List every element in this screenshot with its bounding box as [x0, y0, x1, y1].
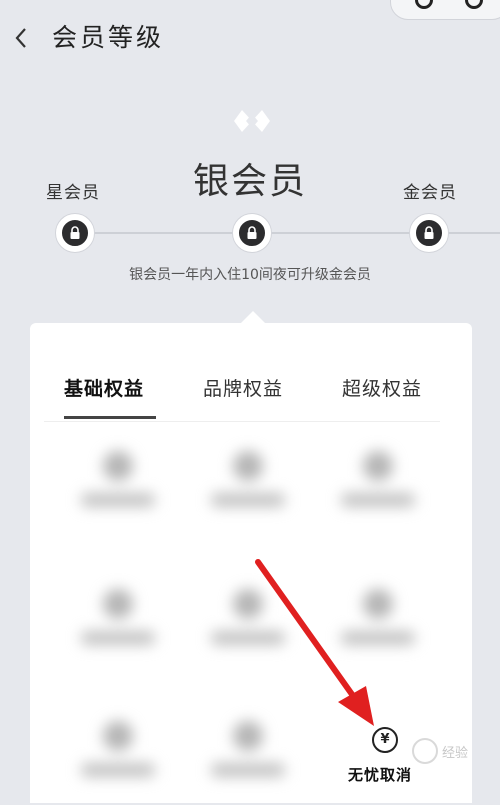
- tier-node-previous[interactable]: [56, 214, 94, 252]
- tab-divider: [44, 421, 440, 422]
- yen-icon[interactable]: ¥: [372, 727, 398, 753]
- page-title: 会员等级: [52, 23, 165, 52]
- tab-active-indicator: [64, 416, 156, 419]
- chevron-left-icon: [15, 28, 26, 48]
- watermark-paw-icon: [412, 738, 438, 764]
- tab-brand-benefits[interactable]: 品牌权益: [203, 374, 283, 401]
- lock-icon: [424, 226, 434, 239]
- tab-super-benefits[interactable]: 超级权益: [342, 374, 422, 401]
- watermark-text: 经验: [442, 746, 469, 761]
- tier-node-next[interactable]: [410, 214, 448, 252]
- benefit-item[interactable]: [73, 445, 163, 535]
- benefit-item[interactable]: [333, 583, 423, 673]
- benefit-item[interactable]: [73, 715, 163, 805]
- free-cancel-benefit-label[interactable]: 无忧取消: [348, 764, 412, 785]
- benefit-item[interactable]: [73, 583, 163, 673]
- lock-icon: [70, 226, 80, 239]
- next-tier-name[interactable]: 金会员: [403, 178, 457, 203]
- benefit-item[interactable]: [333, 445, 423, 535]
- lock-icon: [247, 226, 257, 239]
- benefit-item[interactable]: [203, 445, 293, 535]
- benefit-item[interactable]: [203, 583, 293, 673]
- back-button[interactable]: [14, 20, 42, 56]
- tab-basic-benefits[interactable]: 基础权益: [64, 374, 144, 401]
- previous-tier-name[interactable]: 星会员: [46, 178, 100, 203]
- tier-node-current[interactable]: [233, 214, 271, 252]
- watermark: 经验: [412, 736, 496, 774]
- upgrade-hint: 银会员一年内入住10间夜可升级金会员: [129, 267, 371, 283]
- tier-emblem-icon: [234, 110, 270, 132]
- header-bar: 会员等级: [0, 0, 500, 72]
- benefit-item[interactable]: [203, 715, 293, 805]
